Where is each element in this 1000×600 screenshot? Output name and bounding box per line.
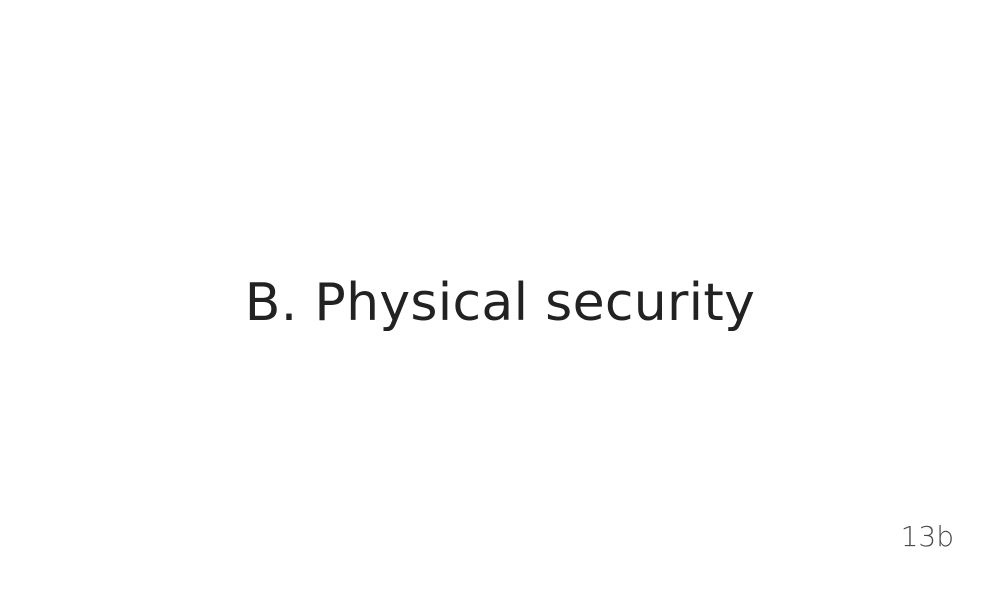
page-number: 13b	[900, 520, 954, 553]
slide-title: B. Physical security	[244, 273, 756, 333]
slide: B. Physical security 13b	[0, 0, 1000, 600]
